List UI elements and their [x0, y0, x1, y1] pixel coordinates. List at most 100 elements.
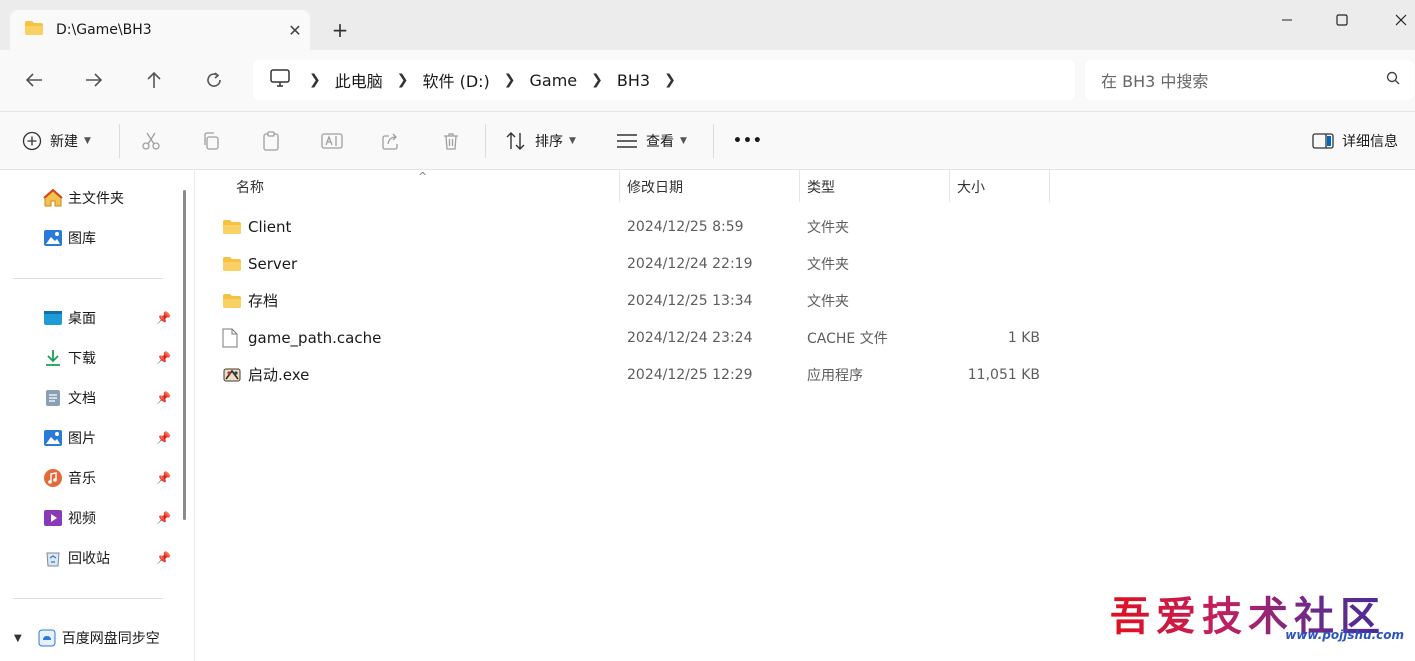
document-icon	[42, 387, 64, 409]
file-type: 应用程序	[807, 367, 863, 384]
chevron-right-icon[interactable]: ❯	[309, 72, 321, 88]
pin-icon[interactable]: 📌	[156, 391, 171, 405]
file-date: 2024/12/24 23:24	[627, 329, 753, 346]
column-header-type[interactable]: 类型	[807, 170, 835, 204]
minimize-button[interactable]	[1258, 0, 1316, 40]
table-row[interactable]: Client 2024/12/25 8:59 文件夹	[196, 208, 1415, 245]
file-name: game_path.cache	[248, 328, 382, 347]
file-size: 11,051 KB	[967, 366, 1040, 383]
view-button[interactable]: 查看 ▼	[616, 126, 687, 156]
column-divider[interactable]	[1049, 170, 1050, 202]
sidebar-item-videos[interactable]: 视频 📌	[42, 506, 182, 530]
table-row[interactable]: 存档 2024/12/25 13:34 文件夹	[196, 282, 1415, 319]
chevron-right-icon[interactable]: ❯	[591, 72, 603, 88]
file-size: 1 KB	[1007, 329, 1040, 346]
copy-button[interactable]	[201, 126, 221, 156]
tab-current[interactable]: D:\Game\BH3 ✕	[10, 10, 310, 50]
music-icon	[42, 467, 64, 489]
column-header-date[interactable]: 修改日期	[627, 170, 683, 204]
cloud-sync-icon	[36, 627, 58, 649]
chevron-right-icon[interactable]: ❯	[664, 72, 676, 88]
breadcrumb-bh3[interactable]: BH3	[617, 71, 650, 90]
delete-button[interactable]	[441, 126, 461, 156]
exe-icon	[222, 365, 244, 385]
file-size	[956, 245, 1040, 282]
title-bar: D:\Game\BH3 ✕ +	[0, 0, 1415, 50]
table-row[interactable]: 启动.exe 2024/12/25 12:29 应用程序 11,051 KB	[196, 356, 1415, 393]
sidebar-item-pictures[interactable]: 图片 📌	[42, 426, 182, 450]
new-tab-button[interactable]: +	[328, 18, 352, 42]
close-window-button[interactable]	[1372, 0, 1415, 40]
column-divider[interactable]	[619, 170, 620, 202]
back-button[interactable]	[19, 65, 49, 95]
share-button[interactable]	[381, 126, 401, 156]
pin-icon[interactable]: 📌	[156, 311, 171, 325]
minimize-icon	[1282, 19, 1292, 21]
command-bar: 新建 ▼ 排序 ▼ 查看 ▼ ••• 详细信息	[0, 111, 1415, 170]
navigation-pane: 主文件夹 图库 桌面 📌 下载 📌 文档 📌 图片 📌 音乐 📌 视频 📌 回收…	[0, 170, 195, 661]
cut-button[interactable]	[141, 126, 161, 156]
sidebar-item-downloads[interactable]: 下载 📌	[42, 346, 182, 370]
breadcrumb-this-pc[interactable]: 此电脑	[335, 68, 383, 92]
breadcrumb-game[interactable]: Game	[530, 71, 578, 90]
sidebar-item-label: 音乐	[68, 471, 96, 487]
sidebar-item-label: 百度网盘同步空	[61, 631, 160, 647]
file-name: Client	[248, 217, 292, 236]
pin-icon[interactable]: 📌	[156, 551, 171, 565]
sidebar-item-label: 主文件夹	[68, 191, 124, 207]
search-input[interactable]: 在 BH3 中搜索	[1085, 60, 1414, 100]
file-date: 2024/12/25 12:29	[627, 366, 753, 383]
forward-button[interactable]	[79, 65, 109, 95]
pin-icon[interactable]: 📌	[156, 351, 171, 365]
chevron-down-icon[interactable]: ▼	[14, 633, 22, 644]
file-date: 2024/12/25 13:34	[627, 292, 753, 309]
chevron-right-icon[interactable]: ❯	[504, 72, 516, 88]
arrow-up-icon	[147, 71, 161, 88]
sidebar-item-label: 文档	[68, 391, 96, 407]
sidebar-item-baidu-sync[interactable]: ▼ 百度网盘同步空	[14, 626, 189, 650]
up-button[interactable]	[139, 65, 169, 95]
sidebar-item-recycle-bin[interactable]: 回收站 📌	[42, 546, 182, 570]
column-divider[interactable]	[799, 170, 800, 202]
table-row[interactable]: Server 2024/12/24 22:19 文件夹	[196, 245, 1415, 282]
sort-button[interactable]: 排序 ▼	[505, 126, 576, 156]
folder-icon	[222, 293, 244, 309]
rename-button[interactable]	[321, 126, 343, 156]
maximize-button[interactable]	[1313, 0, 1371, 40]
breadcrumb-drive-d[interactable]: 软件 (D:)	[422, 68, 489, 92]
trash-icon	[444, 133, 458, 150]
chevron-right-icon[interactable]: ❯	[397, 72, 409, 88]
folder-icon	[222, 219, 244, 235]
new-button[interactable]: 新建 ▼	[22, 126, 91, 156]
rename-icon	[321, 133, 343, 149]
more-icon: •••	[733, 133, 763, 149]
pin-icon[interactable]: 📌	[156, 511, 171, 525]
column-divider[interactable]	[949, 170, 950, 202]
pin-icon[interactable]: 📌	[156, 471, 171, 485]
sidebar-item-music[interactable]: 音乐 📌	[42, 466, 182, 490]
share-icon	[382, 133, 398, 150]
tab-close-button[interactable]: ✕	[280, 21, 310, 40]
sidebar-scrollbar[interactable]	[183, 190, 186, 520]
file-type: 文件夹	[807, 219, 849, 236]
copy-icon	[204, 132, 219, 150]
column-header-size[interactable]: 大小	[957, 170, 985, 204]
column-header-name[interactable]: 名称	[236, 170, 264, 204]
divider	[713, 124, 714, 158]
details-pane-button[interactable]: 详细信息	[1312, 126, 1398, 156]
table-row[interactable]: game_path.cache 2024/12/24 23:24 CACHE 文…	[196, 319, 1415, 356]
sidebar-item-label: 视频	[68, 511, 96, 527]
refresh-button[interactable]	[199, 65, 229, 95]
view-list-icon	[617, 134, 637, 148]
more-options-button[interactable]: •••	[733, 126, 763, 156]
sidebar-item-home[interactable]: 主文件夹	[42, 186, 182, 210]
sidebar-item-desktop[interactable]: 桌面 📌	[42, 306, 182, 330]
sidebar-item-gallery[interactable]: 图库	[42, 226, 182, 250]
download-icon	[42, 347, 64, 369]
paste-button[interactable]	[261, 126, 281, 156]
pin-icon[interactable]: 📌	[156, 431, 171, 445]
address-input[interactable]: ❯ 此电脑 ❯ 软件 (D:) ❯ Game ❯ BH3 ❯	[253, 60, 1075, 100]
sidebar-item-documents[interactable]: 文档 📌	[42, 386, 182, 410]
file-name: Server	[248, 254, 298, 273]
chevron-down-icon: ▼	[569, 136, 576, 146]
